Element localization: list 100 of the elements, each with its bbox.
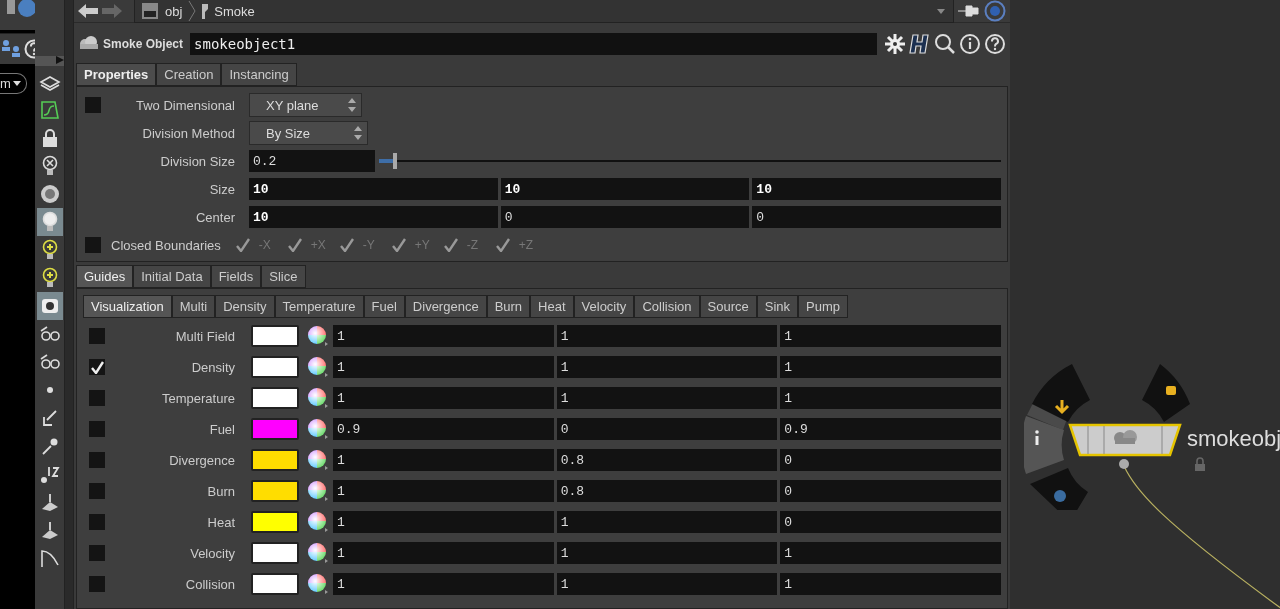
value-field[interactable]: 1 xyxy=(333,573,554,595)
value-field[interactable]: 1 xyxy=(333,511,554,533)
color-wheel-icon[interactable] xyxy=(307,356,329,378)
color-wheel-icon[interactable] xyxy=(307,449,329,471)
tab[interactable]: Temperature xyxy=(274,295,364,318)
pin-icon[interactable] xyxy=(958,3,980,19)
value-field[interactable]: 1 xyxy=(556,573,778,595)
value-field[interactable]: 1 xyxy=(556,542,778,564)
arc-icon[interactable] xyxy=(38,547,61,569)
tab[interactable]: Heat xyxy=(530,295,574,318)
tab[interactable]: Source xyxy=(699,295,757,318)
value-field[interactable]: 1 xyxy=(780,542,1001,564)
value-field[interactable]: 1 xyxy=(780,387,1001,409)
sphere-icon[interactable] xyxy=(38,183,61,205)
tab[interactable]: Pump xyxy=(798,295,848,318)
color-swatch[interactable] xyxy=(251,325,299,347)
value-field[interactable]: 10 xyxy=(249,206,498,228)
search-icon[interactable] xyxy=(934,33,956,55)
tab[interactable]: Density xyxy=(215,295,275,318)
value-field[interactable]: 10 xyxy=(249,178,498,200)
users-icon[interactable] xyxy=(0,39,22,59)
help-icon[interactable] xyxy=(984,33,1006,55)
color-swatch[interactable] xyxy=(251,356,299,378)
value-field[interactable]: 0.9 xyxy=(333,418,554,440)
checkbox[interactable] xyxy=(89,328,105,344)
value-field[interactable]: 0 xyxy=(780,449,1001,471)
tab[interactable]: Initial Data xyxy=(133,265,211,288)
value-field[interactable]: 1 xyxy=(556,325,778,347)
checkbox[interactable] xyxy=(89,483,105,499)
value-field[interactable]: 0.9 xyxy=(780,418,1001,440)
color-wheel-icon[interactable] xyxy=(307,573,329,595)
value-field[interactable]: 1 xyxy=(333,356,554,378)
color-wheel-icon[interactable] xyxy=(307,480,329,502)
value-field[interactable]: 0 xyxy=(780,480,1001,502)
checkbox[interactable] xyxy=(89,514,105,530)
checkbox[interactable] xyxy=(89,390,105,406)
smoke-node[interactable] xyxy=(1068,423,1182,457)
color-wheel-icon[interactable] xyxy=(307,325,329,347)
color-wheel-icon[interactable] xyxy=(307,542,329,564)
tab[interactable]: Multi xyxy=(171,295,216,318)
value-field[interactable]: 1 xyxy=(556,356,778,378)
tab[interactable]: Velocity xyxy=(573,295,635,318)
value-field[interactable]: 0 xyxy=(780,511,1001,533)
color-wheel-icon[interactable] xyxy=(307,418,329,440)
checkbox[interactable] xyxy=(85,97,101,113)
value-field[interactable]: 1 xyxy=(780,356,1001,378)
checkbox[interactable] xyxy=(89,576,105,592)
value-field[interactable]: 1 xyxy=(556,387,778,409)
tab[interactable]: Burn xyxy=(486,295,531,318)
color-swatch[interactable] xyxy=(251,480,299,502)
checkbox[interactable] xyxy=(89,421,105,437)
value-field[interactable]: 1 xyxy=(333,325,554,347)
expand-arrow-icon[interactable] xyxy=(56,56,64,64)
tab[interactable]: Collision xyxy=(634,295,700,318)
value-field[interactable]: 0 xyxy=(500,206,750,228)
value-field[interactable]: 0.8 xyxy=(556,480,778,502)
color-swatch[interactable] xyxy=(251,387,299,409)
settings-icon[interactable] xyxy=(884,33,906,55)
tab[interactable]: Guides xyxy=(76,265,134,288)
checkbox[interactable] xyxy=(89,452,105,468)
color-swatch[interactable] xyxy=(251,542,299,564)
color-swatch[interactable] xyxy=(251,573,299,595)
h-logo-icon[interactable] xyxy=(909,33,931,55)
tab[interactable]: Visualization xyxy=(83,295,172,318)
value-field[interactable]: 1 xyxy=(333,542,554,564)
path-segment[interactable]: obj xyxy=(165,3,183,19)
slider-handle[interactable] xyxy=(392,153,397,169)
menu-button[interactable]: m xyxy=(0,72,27,94)
value-field[interactable]: 0.8 xyxy=(556,449,778,471)
output-connector[interactable] xyxy=(1119,459,1129,469)
value-field[interactable]: 0 xyxy=(752,206,1001,228)
dropdown-menu[interactable]: XY plane xyxy=(249,93,362,117)
tab[interactable]: Fuel xyxy=(363,295,405,318)
checkbox[interactable] xyxy=(85,237,101,253)
color-swatch[interactable] xyxy=(251,511,299,533)
color-swatch[interactable] xyxy=(251,449,299,471)
dropdown-menu[interactable]: By Size xyxy=(249,121,368,145)
tab[interactable]: Sink xyxy=(756,295,798,318)
value-field[interactable]: 1 xyxy=(333,449,554,471)
path-segment[interactable]: Smoke xyxy=(214,3,255,19)
tab[interactable]: Creation xyxy=(156,63,222,86)
path-bar[interactable]: obj Smoke xyxy=(134,0,954,23)
color-wheel-icon[interactable] xyxy=(307,511,329,533)
back-arrow-icon[interactable] xyxy=(78,3,98,19)
value-field[interactable]: 1 xyxy=(556,511,778,533)
value-field[interactable]: 0.2 xyxy=(249,150,375,172)
tab[interactable]: Properties xyxy=(76,63,157,86)
value-field[interactable]: 10 xyxy=(500,178,750,200)
value-field[interactable]: 1 xyxy=(780,573,1001,595)
value-field[interactable]: 0 xyxy=(556,418,778,440)
color-swatch[interactable] xyxy=(251,418,299,440)
color-wheel-icon[interactable] xyxy=(307,387,329,409)
value-field[interactable]: 1 xyxy=(333,387,554,409)
curve-icon[interactable] xyxy=(38,99,61,121)
tab[interactable]: Divergence xyxy=(404,295,487,318)
value-field[interactable]: 1 xyxy=(333,480,554,502)
tab[interactable]: Instancing xyxy=(221,63,297,86)
tab[interactable]: Slice xyxy=(261,265,306,288)
tab[interactable]: Fields xyxy=(210,265,262,288)
checkbox[interactable] xyxy=(89,545,105,561)
